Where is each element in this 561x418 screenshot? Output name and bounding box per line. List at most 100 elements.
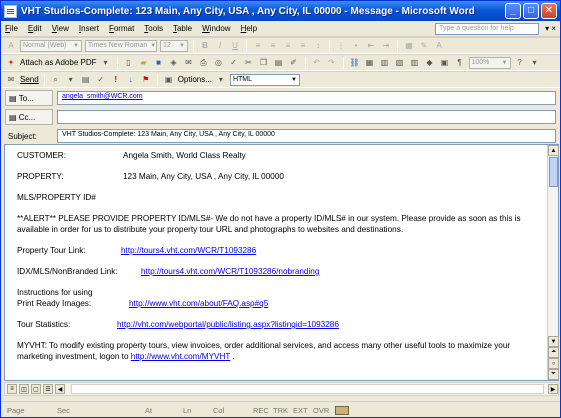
tables-borders-icon[interactable]: ▦: [364, 57, 376, 69]
excel-icon[interactable]: ▧: [394, 57, 406, 69]
cc-button[interactable]: ▤ Cc...: [5, 109, 53, 125]
next-page-icon[interactable]: ⏷: [548, 369, 559, 380]
align-left-icon[interactable]: ≡: [252, 40, 264, 52]
horizontal-scrollbar[interactable]: [71, 384, 544, 394]
title-bar[interactable]: VHT Studios-Complete: 123 Main, Any City…: [1, 1, 560, 21]
line-spacing-icon[interactable]: ↕: [312, 40, 324, 52]
redo-icon[interactable]: ↷: [326, 57, 338, 69]
message-body[interactable]: CUSTOMER: Angela Smith, World Class Realt…: [5, 145, 547, 380]
permission-icon[interactable]: ◈: [168, 57, 180, 69]
idx-link[interactable]: http://tours4.vht.com/WCR/T1093286/nobra…: [141, 267, 319, 276]
maximize-button[interactable]: □: [523, 3, 539, 19]
menu-insert[interactable]: Insert: [79, 24, 99, 33]
numbering-icon[interactable]: ⋮: [335, 40, 347, 52]
toolbar-options-icon[interactable]: ▾: [529, 57, 541, 69]
menu-table[interactable]: Table: [173, 24, 192, 33]
font-color-icon[interactable]: A: [433, 40, 445, 52]
menu-view[interactable]: View: [52, 24, 69, 33]
print-preview-icon[interactable]: ◎: [213, 57, 225, 69]
address-book-icon[interactable]: ▤: [80, 74, 92, 86]
print-layout-icon[interactable]: ▢: [31, 384, 41, 394]
italic-icon[interactable]: I: [214, 40, 226, 52]
undo-icon[interactable]: ↶: [311, 57, 323, 69]
highlight-icon[interactable]: ✎: [418, 40, 430, 52]
to-field[interactable]: angela_smith@WCR.com: [57, 91, 556, 105]
to-recipient-link[interactable]: angela_smith@WCR.com: [62, 93, 143, 100]
borders-icon[interactable]: ▦: [403, 40, 415, 52]
align-right-icon[interactable]: ≡: [282, 40, 294, 52]
new-document-icon[interactable]: ▯: [123, 57, 135, 69]
web-layout-icon[interactable]: ◫: [19, 384, 29, 394]
columns-icon[interactable]: ▥: [409, 57, 421, 69]
menu-help[interactable]: Help: [241, 24, 257, 33]
options-button[interactable]: Options...: [178, 75, 212, 84]
format-painter-icon[interactable]: ✐: [288, 57, 300, 69]
scroll-thumb[interactable]: [549, 157, 558, 187]
low-importance-icon[interactable]: ↓: [125, 74, 137, 86]
justify-icon[interactable]: ≡: [297, 40, 309, 52]
spelling-status-icon[interactable]: [335, 406, 349, 415]
insert-table-icon[interactable]: ▥: [379, 57, 391, 69]
hyperlink-icon[interactable]: ⛓: [349, 57, 361, 69]
paste-icon[interactable]: ▤: [273, 57, 285, 69]
print-images-link[interactable]: http://www.vht.com/about/FAQ.asp#q5: [129, 299, 268, 308]
font-size-combo[interactable]: 12 ▼: [160, 39, 188, 52]
status-ext[interactable]: EXT: [293, 406, 313, 415]
close-button[interactable]: ✕: [541, 3, 557, 19]
tour-link[interactable]: http://tours4.vht.com/WCR/T1093286: [121, 246, 256, 255]
email-icon[interactable]: ✉: [183, 57, 195, 69]
to-button[interactable]: ▤ To...: [5, 90, 53, 106]
browse-object-icon[interactable]: ○: [548, 358, 559, 369]
bold-icon[interactable]: B: [199, 40, 211, 52]
bullets-icon[interactable]: •: [350, 40, 362, 52]
menu-file[interactable]: File: [5, 24, 18, 33]
outline-view-icon[interactable]: ☰: [43, 384, 53, 394]
style-combo[interactable]: Normal (Web) ▼: [20, 39, 82, 52]
copy-icon[interactable]: ❐: [258, 57, 270, 69]
chevron-down-icon[interactable]: ▾: [65, 74, 77, 86]
high-importance-icon[interactable]: !: [110, 74, 122, 86]
stats-link[interactable]: http://vht.com/webportal/public/listing.…: [117, 320, 339, 329]
help-icon[interactable]: ?: [514, 57, 526, 69]
drawing-icon[interactable]: ◆: [424, 57, 436, 69]
minimize-button[interactable]: _: [505, 3, 521, 19]
scroll-up-button[interactable]: ▲: [548, 145, 559, 156]
open-folder-icon[interactable]: ▰: [138, 57, 150, 69]
chevron-down-icon[interactable]: ▾: [100, 57, 112, 69]
help-search-input[interactable]: Type a question for help: [435, 22, 540, 35]
send-icon[interactable]: ✉: [5, 74, 17, 86]
document-map-icon[interactable]: ▣: [439, 57, 451, 69]
vertical-scrollbar[interactable]: ▲ ▼ ⏶ ○ ⏷: [547, 145, 559, 380]
document-close-button[interactable]: ▾ ×: [545, 24, 556, 33]
menu-edit[interactable]: Edit: [28, 24, 42, 33]
chevron-down-icon[interactable]: ▾: [215, 74, 227, 86]
word-document-icon[interactable]: [4, 4, 17, 18]
cc-field[interactable]: [57, 110, 556, 124]
underline-icon[interactable]: U: [229, 40, 241, 52]
options-icon[interactable]: ▣: [163, 74, 175, 86]
spelling-icon[interactable]: ✓: [228, 57, 240, 69]
scroll-right-button[interactable]: ▶: [548, 384, 558, 394]
menu-format[interactable]: Format: [109, 24, 134, 33]
zoom-combo[interactable]: 100% ▼: [468, 56, 511, 69]
send-button[interactable]: Send: [20, 75, 39, 84]
attach-pdf-button[interactable]: Attach as Adobe PDF: [20, 58, 97, 67]
align-center-icon[interactable]: ≡: [267, 40, 279, 52]
previous-page-icon[interactable]: ⏶: [548, 347, 559, 358]
check-names-icon[interactable]: ✓: [95, 74, 107, 86]
attach-icon[interactable]: ⌕: [50, 74, 62, 86]
myvht-link[interactable]: http://www.vht.com/MYVHT: [131, 352, 231, 361]
save-icon[interactable]: ■: [153, 57, 165, 69]
styles-pane-icon[interactable]: A: [5, 40, 17, 52]
status-rec[interactable]: REC: [253, 406, 273, 415]
print-icon[interactable]: ⎙: [198, 57, 210, 69]
increase-indent-icon[interactable]: ⇥: [380, 40, 392, 52]
normal-view-icon[interactable]: ≡: [7, 384, 17, 394]
subject-field[interactable]: VHT Studios-Complete: 123 Main, Any City…: [57, 129, 556, 143]
status-ovr[interactable]: OVR: [313, 406, 335, 415]
adobe-pdf-icon[interactable]: ✦: [5, 57, 17, 69]
menu-window[interactable]: Window: [202, 24, 230, 33]
cut-icon[interactable]: ✂: [243, 57, 255, 69]
font-combo[interactable]: Times New Roman ▼: [85, 39, 157, 52]
decrease-indent-icon[interactable]: ⇤: [365, 40, 377, 52]
